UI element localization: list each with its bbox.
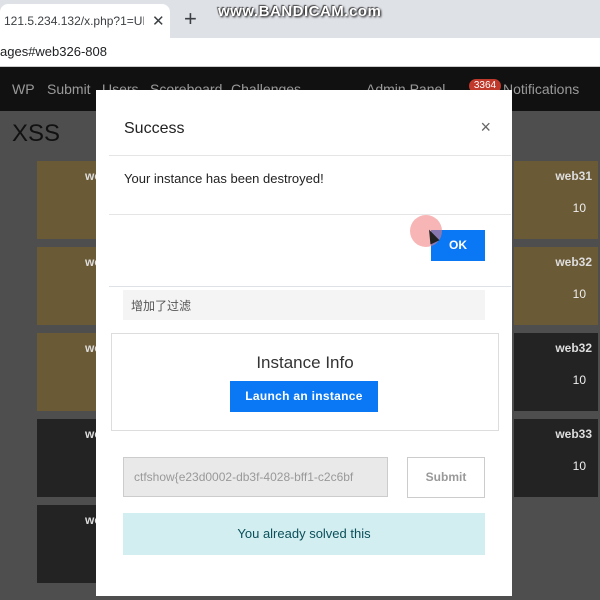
card-points: 10 <box>572 373 586 387</box>
challenge-description: 增加了过滤 <box>123 290 485 320</box>
page-title: XSS <box>12 120 61 147</box>
dialog-divider <box>109 155 511 156</box>
close-icon[interactable]: ✕ <box>152 12 165 30</box>
dialog-message: Your instance has been destroyed! <box>124 171 324 186</box>
card-points: 10 <box>572 459 586 473</box>
nav-item-wp[interactable]: WP <box>12 81 35 97</box>
tab-title: 121.5.234.132/x.php?1=UM_dl <box>4 14 144 28</box>
flag-input[interactable]: ctfshow{e23d0002-db3f-4028-bff1-c2c6bf <box>123 457 388 497</box>
browser-tabstrip: 121.5.234.132/x.php?1=UM_dl ✕ + www.BAND… <box>0 0 600 38</box>
flag-input-value: ctfshow{e23d0002-db3f-4028-bff1-c2c6bf <box>134 470 354 484</box>
challenge-card[interactable]: web32 10 <box>514 247 598 325</box>
submit-button[interactable]: Submit <box>407 457 485 498</box>
nav-item-submit[interactable]: Submit <box>47 81 91 97</box>
card-name: web31 <box>555 169 592 183</box>
dialog-divider <box>109 214 511 215</box>
card-points: 10 <box>572 201 586 215</box>
solved-alert: You already solved this <box>123 513 485 555</box>
new-tab-icon[interactable]: + <box>184 6 197 32</box>
browser-tab[interactable]: 121.5.234.132/x.php?1=UM_dl ✕ <box>0 4 170 38</box>
description-text: 增加了过滤 <box>131 299 192 313</box>
close-icon[interactable]: × <box>480 117 491 138</box>
card-name: web32 <box>555 255 592 269</box>
dialog-title: Success <box>124 120 185 137</box>
nav-item-notifications[interactable]: Notifications <box>503 81 579 97</box>
launch-instance-button[interactable]: Launch an instance <box>230 381 378 412</box>
address-bar[interactable]: ages#web326-808 <box>0 38 600 67</box>
instance-info-panel: Instance Info Launch an instance <box>111 333 499 431</box>
card-points: 10 <box>572 287 586 301</box>
challenge-card[interactable]: web32 10 <box>514 333 598 411</box>
card-name: web33 <box>555 427 592 441</box>
challenge-card[interactable]: web31 10 <box>514 161 598 239</box>
card-name: web32 <box>555 341 592 355</box>
challenge-card[interactable]: web33 10 <box>514 419 598 497</box>
watermark-text: www.BANDICAM.com <box>218 3 382 20</box>
address-text: ages#web326-808 <box>0 44 107 59</box>
success-dialog: Success × Your instance has been destroy… <box>109 103 511 287</box>
instance-info-title: Instance Info <box>256 353 354 372</box>
